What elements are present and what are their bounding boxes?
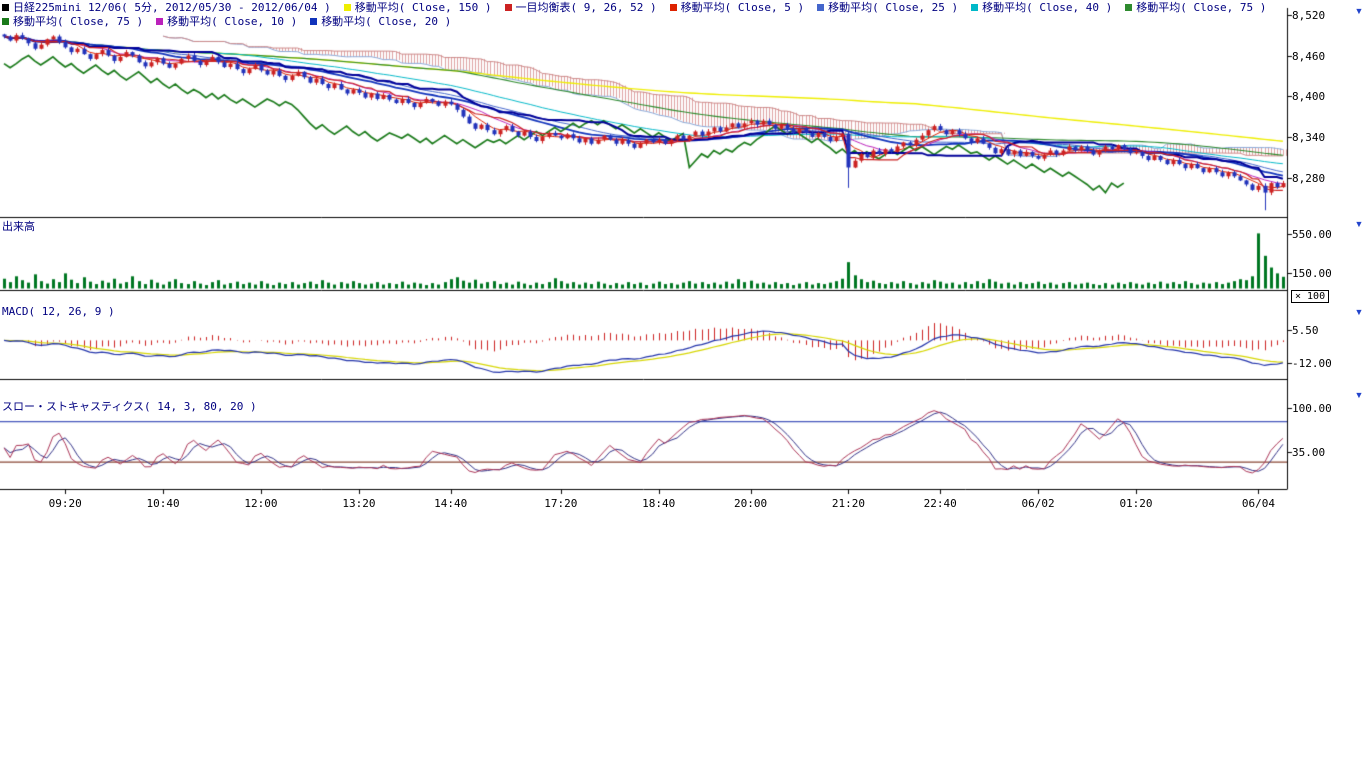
x-axis-label: 18:40 — [642, 497, 675, 510]
legend-item: 一目均衡表( 9, 26, 52 ) — [505, 1, 657, 14]
y-axis-label: 5.50 — [1292, 324, 1319, 337]
legend-marker-icon — [2, 4, 9, 11]
legend-item: 移動平均( Close, 20 ) — [310, 15, 451, 28]
y-axis-label: 8,280 — [1292, 172, 1325, 185]
y-axis-label: 8,340 — [1292, 131, 1325, 144]
legend-marker-icon — [310, 18, 317, 25]
legend-marker-icon — [344, 4, 351, 11]
legend-item: 移動平均( Close, 75 ) — [1125, 1, 1266, 14]
legend-row: 日経225mini 12/06( 5分, 2012/05/30 - 2012/0… — [2, 1, 1266, 14]
legend-item-label: 移動平均( Close, 40 ) — [982, 1, 1112, 14]
legend-marker-icon — [971, 4, 978, 11]
legend-item: 移動平均( Close, 10 ) — [156, 15, 297, 28]
x-axis-label: 06/02 — [1022, 497, 1055, 510]
y-axis-label: 8,520 — [1292, 9, 1325, 22]
stoch-panel-label: スロー・ストキャスティクス( 14, 3, 80, 20 ) — [2, 398, 257, 414]
legend-marker-icon — [505, 4, 512, 11]
legend-marker-icon — [156, 18, 163, 25]
legend-item-label: 移動平均( Close, 25 ) — [828, 1, 958, 14]
x-axis-label: 13:20 — [342, 497, 375, 510]
x-axis-label: 20:00 — [734, 497, 767, 510]
panel-scroll-down-button[interactable]: ▼ — [1352, 219, 1366, 230]
panel-scroll-down-button[interactable]: ▼ — [1352, 307, 1366, 318]
legend-item: 日経225mini 12/06( 5分, 2012/05/30 - 2012/0… — [2, 1, 331, 14]
legend-item-label: 移動平均( Close, 10 ) — [167, 15, 297, 28]
x-axis-label: 22:40 — [924, 497, 957, 510]
legend-marker-icon — [2, 18, 9, 25]
x-axis-label: 14:40 — [434, 497, 467, 510]
panel-scroll-down-button[interactable]: ▼ — [1352, 390, 1366, 401]
legend-row: 移動平均( Close, 75 ) 移動平均( Close, 10 ) 移動平均( … — [2, 15, 451, 28]
legend-item-label: 一目均衡表( 9, 26, 52 ) — [516, 1, 657, 14]
legend-item: 移動平均( Close, 40 ) — [971, 1, 1112, 14]
x-axis-label: 21:20 — [832, 497, 865, 510]
legend-item-label: 移動平均( Close, 20 ) — [321, 15, 451, 28]
legend-item: 移動平均( Close, 25 ) — [817, 1, 958, 14]
volume-panel-label: 出来高 — [2, 218, 35, 234]
macd-panel-label: MACD( 12, 26, 9 ) — [2, 305, 115, 318]
chart-canvas — [0, 0, 1366, 512]
legend-item-label: 移動平均( Close, 75 ) — [13, 15, 143, 28]
volume-scale-badge: × 100 — [1291, 290, 1329, 303]
legend-item-label: 移動平均( Close, 75 ) — [1136, 1, 1266, 14]
y-axis-label: 100.00 — [1292, 402, 1332, 415]
x-axis-label: 06/04 — [1242, 497, 1275, 510]
legend-item: 移動平均( Close, 75 ) — [2, 15, 143, 28]
legend-item-label: 日経225mini 12/06( 5分, 2012/05/30 - 2012/0… — [13, 1, 331, 14]
legend-item: 移動平均( Close, 150 ) — [344, 1, 492, 14]
legend-marker-icon — [670, 4, 677, 11]
x-axis-label: 17:20 — [544, 497, 577, 510]
x-axis-label: 01:20 — [1119, 497, 1152, 510]
legend-marker-icon — [1125, 4, 1132, 11]
panel-scroll-down-button[interactable]: ▼ — [1352, 6, 1366, 17]
legend-item: 移動平均( Close, 5 ) — [670, 1, 804, 14]
legend-item-label: 移動平均( Close, 150 ) — [355, 1, 492, 14]
y-axis-label: 35.00 — [1292, 446, 1325, 459]
x-axis-label: 09:20 — [49, 497, 82, 510]
legend-item-label: 移動平均( Close, 5 ) — [681, 1, 804, 14]
y-axis-label: -12.00 — [1292, 357, 1332, 370]
x-axis-label: 10:40 — [147, 497, 180, 510]
y-axis-label: 550.00 — [1292, 228, 1332, 241]
y-axis-label: 150.00 — [1292, 267, 1332, 280]
x-axis-label: 12:00 — [244, 497, 277, 510]
y-axis-label: 8,400 — [1292, 90, 1325, 103]
legend-marker-icon — [817, 4, 824, 11]
chart-window: 日経225mini 12/06( 5分, 2012/05/30 - 2012/0… — [0, 0, 1366, 768]
y-axis-label: 8,460 — [1292, 50, 1325, 63]
